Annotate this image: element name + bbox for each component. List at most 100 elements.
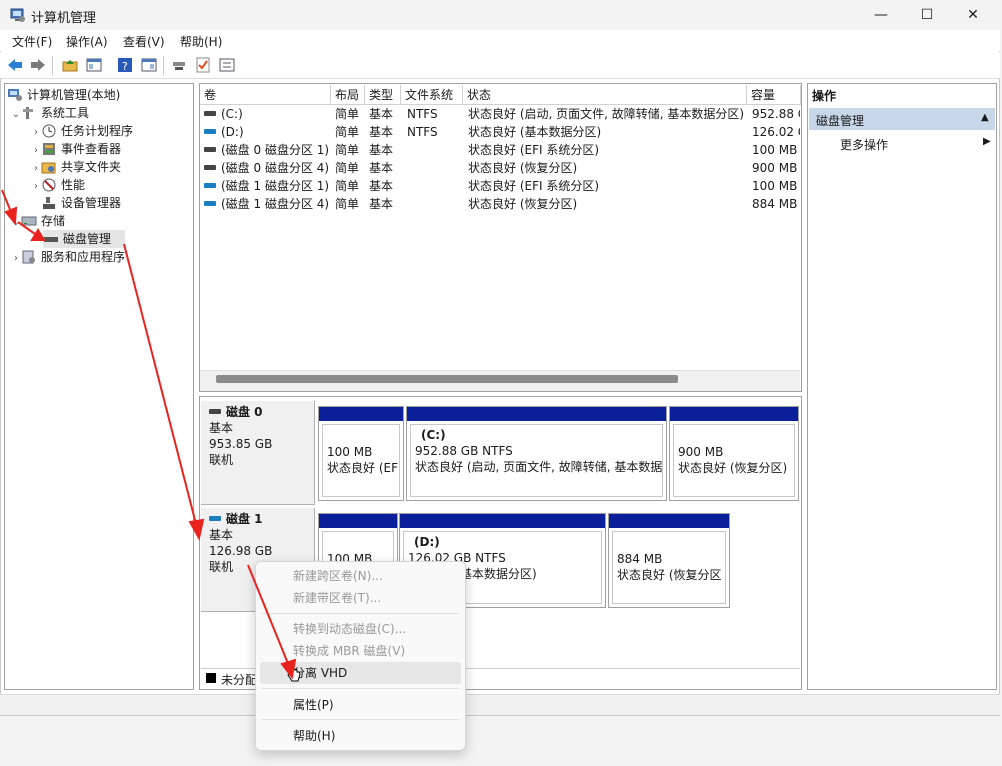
action-more-actions[interactable]: 更多操作 ▶ <box>809 133 995 155</box>
chevron-right-icon[interactable]: › <box>11 250 21 268</box>
table-cell-type: 基本 <box>369 195 401 213</box>
table-cell-status: 状态良好 (恢复分区) <box>468 159 748 177</box>
cell-text: 900 MB <box>752 161 798 175</box>
chevron-down-icon[interactable]: ⌄ <box>11 106 21 124</box>
action-item-label: 更多操作 <box>840 138 889 152</box>
cell-text: (磁盘 1 磁盘分区 1) <box>221 179 330 193</box>
cell-text: 简单 <box>335 197 360 211</box>
menu-item-properties[interactable]: 属性(P) <box>256 694 465 716</box>
disk0-partition-c[interactable]: (C:) 952.88 GB NTFS 状态良好 (启动, 页面文件, 故障转储… <box>406 406 667 501</box>
table-row[interactable]: (磁盘 1 磁盘分区 4) 简单 基本 状态良好 (恢复分区) 884 MB <box>200 195 800 213</box>
cell-text: 884 MB <box>752 197 798 211</box>
table-cell-status: 状态良好 (EFI 系统分区) <box>468 177 748 195</box>
tree-item-storage[interactable]: ⌄ 存储 <box>11 212 65 230</box>
action-pane: 操作 磁盘管理 ▲ 更多操作 ▶ <box>807 83 997 690</box>
column-header-capacity[interactable]: 容量 <box>747 85 801 105</box>
cell-text: 100 MB <box>752 143 798 157</box>
menu-item-new-spanned[interactable]: 新建跨区卷(N)... <box>256 565 465 587</box>
menu-file[interactable]: 文件(F) <box>12 33 52 50</box>
action-pane-title: 操作 <box>812 89 837 103</box>
minimize-button[interactable]: — <box>858 0 904 30</box>
help-icon[interactable]: ? <box>116 57 134 73</box>
disk-name: 磁盘 1 <box>226 512 263 526</box>
disk-kind: 基本 <box>209 528 234 542</box>
disk0-partition-efi[interactable]: 100 MB 状态良好 (EFI <box>318 406 404 501</box>
partition-label: (C:) <box>421 428 446 442</box>
up-folder-icon[interactable] <box>61 57 79 73</box>
cell-text: (C:) <box>221 107 243 121</box>
disk-state: 联机 <box>209 453 234 467</box>
title-bar <box>0 0 1000 30</box>
back-icon[interactable] <box>6 57 24 73</box>
column-header-volume[interactable]: 卷 <box>200 85 331 105</box>
checklist-icon[interactable] <box>194 57 212 73</box>
tree-item-system-tools[interactable]: ⌄ 系统工具 <box>11 104 89 122</box>
partition-body: (C:) 952.88 GB NTFS 状态良好 (启动, 页面文件, 故障转储… <box>410 424 663 497</box>
status-bar <box>0 694 1000 715</box>
cell-text: 126.02 G <box>752 125 800 139</box>
connect-icon[interactable] <box>170 57 188 73</box>
tree-item-disk-management[interactable]: 磁盘管理 <box>43 230 125 248</box>
computer-management-icon <box>10 7 26 23</box>
action-section-disk-management[interactable]: 磁盘管理 ▲ <box>809 108 995 130</box>
menu-separator <box>262 688 459 689</box>
close-button[interactable]: ✕ <box>950 0 996 30</box>
disk0-info[interactable]: 磁盘 0 基本 953.85 GB 联机 <box>201 401 315 505</box>
disk1-partition-recovery[interactable]: 884 MB 状态良好 (恢复分区 <box>608 513 730 608</box>
cell-text: (磁盘 0 磁盘分区 1) <box>221 143 330 157</box>
column-header-layout[interactable]: 布局 <box>331 85 365 105</box>
tree-item-device-manager[interactable]: 设备管理器 <box>41 194 121 212</box>
cell-text: 简单 <box>335 161 360 175</box>
table-cell-type: 基本 <box>369 123 401 141</box>
menu-item-convert-mbr[interactable]: 转换成 MBR 磁盘(V) <box>256 640 465 662</box>
tree-item-task-scheduler[interactable]: › 任务计划程序 <box>31 122 133 140</box>
show-hide-action-icon[interactable] <box>140 57 158 73</box>
menu-item-new-striped[interactable]: 新建带区卷(T)... <box>256 587 465 609</box>
maximize-button[interactable]: ☐ <box>904 0 950 30</box>
chevron-down-icon[interactable]: ⌄ <box>11 214 21 232</box>
tree-item-event-viewer[interactable]: › 事件查看器 <box>31 140 121 158</box>
collapse-icon[interactable]: ▲ <box>981 112 989 123</box>
menu-item-convert-dynamic[interactable]: 转换到动态磁盘(C)... <box>256 618 465 640</box>
tree-item-services-apps[interactable]: › 服务和应用程序 <box>11 248 125 266</box>
tree-label: 计算机管理(本地) <box>27 88 121 102</box>
partition-body: 100 MB 状态良好 (EFI <box>322 424 400 497</box>
tree-item-shared-folders[interactable]: › 共享文件夹 <box>31 158 121 176</box>
table-row[interactable]: (磁盘 0 磁盘分区 4) 简单 基本 状态良好 (恢复分区) 900 MB <box>200 159 800 177</box>
cell-text: 基本 <box>369 179 394 193</box>
table-row[interactable]: (D:) 简单基本 NTFS 状态良好 (基本数据分区) 126.02 G <box>200 123 800 141</box>
context-menu: 新建跨区卷(N)... 新建带区卷(T)... 转换到动态磁盘(C)... 转换… <box>255 561 466 751</box>
cell-text: 100 MB <box>752 179 798 193</box>
menu-action[interactable]: 操作(A) <box>66 33 108 50</box>
menu-item-help[interactable]: 帮助(H) <box>256 725 465 747</box>
action-section-label: 磁盘管理 <box>816 114 865 128</box>
show-hide-tree-icon[interactable] <box>85 57 103 73</box>
tree-label: 磁盘管理 <box>63 232 112 246</box>
forward-icon[interactable] <box>29 57 47 73</box>
table-row[interactable]: (磁盘 0 磁盘分区 1) 简单 基本 状态良好 (EFI 系统分区) 100 MB <box>200 141 800 159</box>
scrollbar-thumb[interactable] <box>216 375 678 383</box>
table-cell-vol: (D:) <box>204 123 331 141</box>
table-row[interactable]: (磁盘 1 磁盘分区 1) 简单 基本 状态良好 (EFI 系统分区) 100 MB <box>200 177 800 195</box>
cell-text: 状态良好 (EFI 系统分区) <box>468 143 600 157</box>
column-header-type[interactable]: 类型 <box>365 85 401 105</box>
table-cell-status: 状态良好 (EFI 系统分区) <box>468 141 748 159</box>
disk0-partition-recovery[interactable]: 900 MB 状态良好 (恢复分区) <box>669 406 799 501</box>
column-header-status[interactable]: 状态 <box>463 85 747 105</box>
cell-text: 基本 <box>369 161 394 175</box>
table-row[interactable]: (C:) 简单 基本 NTFS 状态良好 (启动, 页面文件, 故障转储, 基本数据分区… <box>200 105 800 123</box>
table-cell-cap: 900 MB <box>752 159 800 177</box>
column-header-filesystem[interactable]: 文件系统 <box>401 85 463 105</box>
performance-icon <box>41 178 57 192</box>
properties-icon[interactable] <box>218 57 236 73</box>
menu-help[interactable]: 帮助(H) <box>180 33 222 50</box>
chevron-right-icon[interactable]: › <box>31 178 41 196</box>
volume-icon <box>204 111 216 116</box>
tree-item-root[interactable]: 计算机管理(本地) <box>7 86 120 104</box>
tree-item-performance[interactable]: › 性能 <box>31 176 85 194</box>
partition-status: 状态良好 (恢复分区 <box>617 568 722 582</box>
cell-text: 状态良好 (基本数据分区) <box>468 125 602 139</box>
menu-view[interactable]: 查看(V) <box>123 33 165 50</box>
table-cell-status: 状态良好 (基本数据分区) <box>468 123 748 141</box>
volume-icon <box>204 129 216 134</box>
